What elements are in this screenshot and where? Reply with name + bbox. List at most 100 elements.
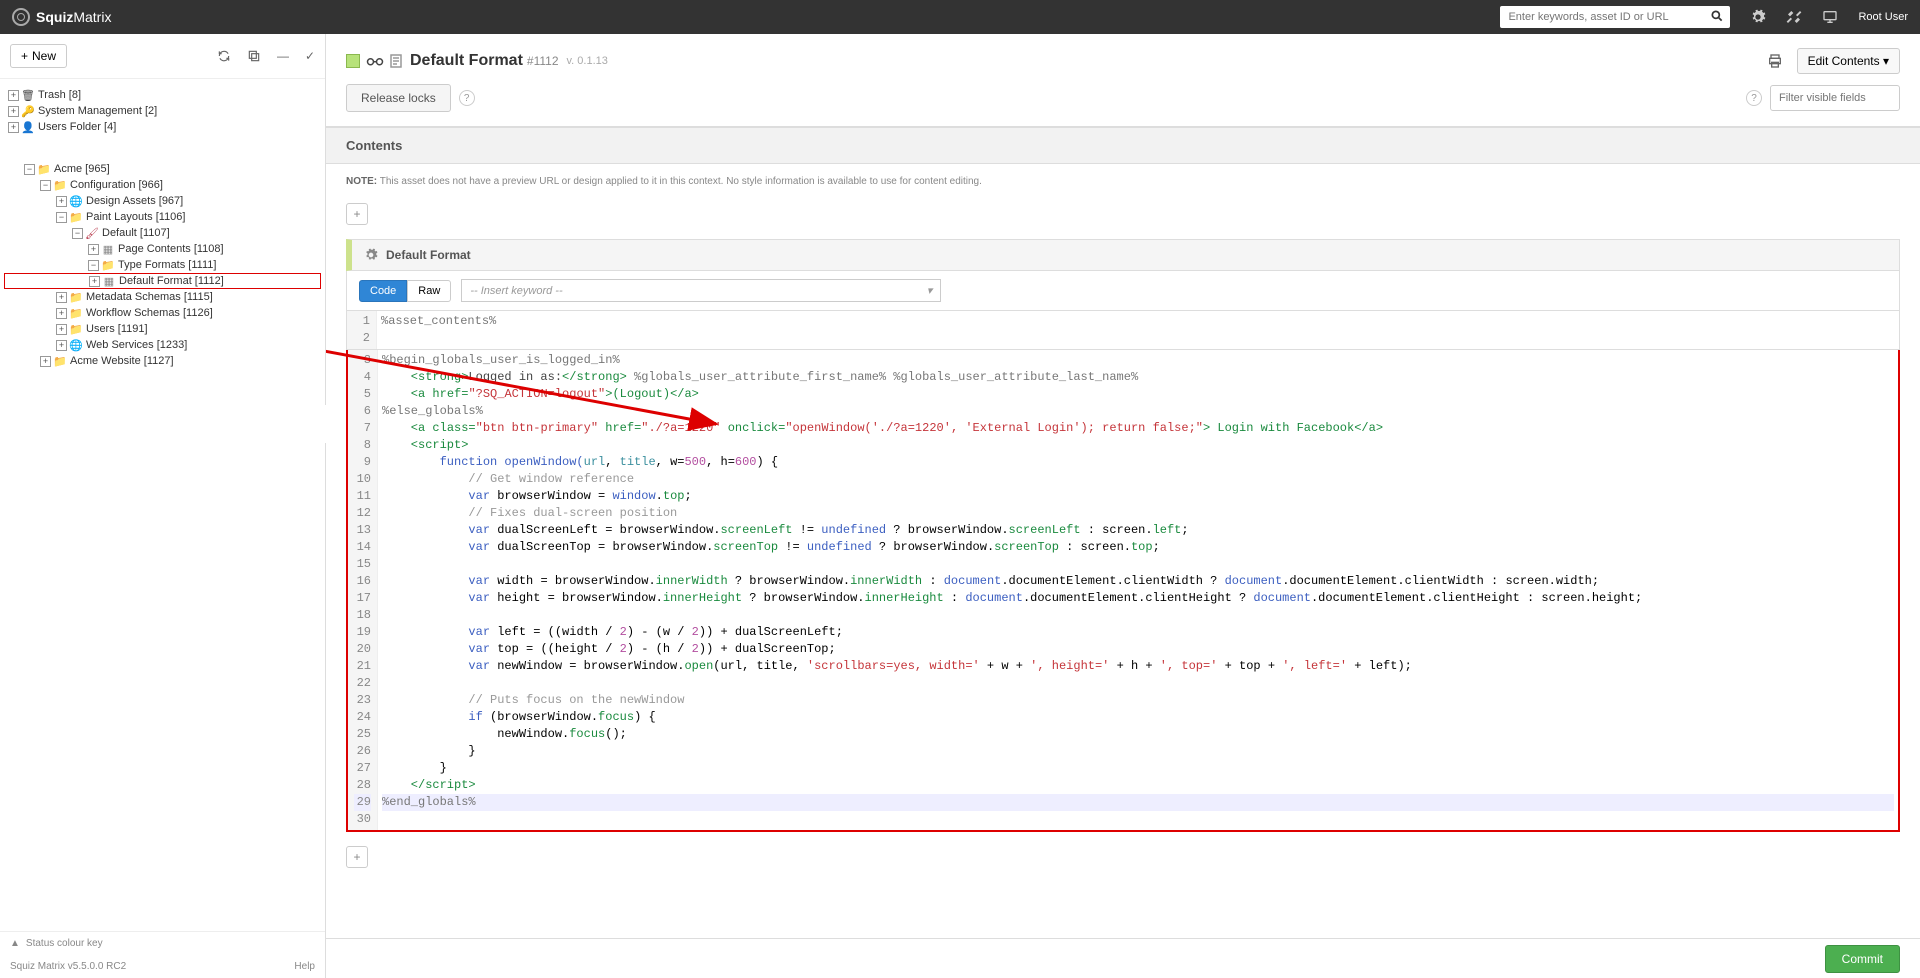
section-contents: Contents [326, 127, 1920, 164]
tree-acme[interactable]: −📁Acme [965] [4, 161, 321, 177]
help-icon[interactable]: ? [1746, 90, 1762, 106]
line-gutter: 12 [347, 311, 377, 349]
expand-icon[interactable]: + [8, 106, 19, 117]
add-block-button[interactable]: + [346, 203, 368, 225]
tree-type-formats[interactable]: −📁Type Formats [1111] [4, 257, 321, 273]
new-button[interactable]: +New [10, 44, 67, 68]
tree-metadata[interactable]: +📁Metadata Schemas [1115] [4, 289, 321, 305]
monitor-icon[interactable] [1822, 9, 1838, 25]
search-wrap [1500, 6, 1730, 28]
tree-config[interactable]: −📁Configuration [966] [4, 177, 321, 193]
asset-id: #1112 [527, 54, 559, 68]
users-icon: 👤 [21, 120, 35, 134]
expand-icon[interactable]: + [56, 324, 67, 335]
commit-button[interactable]: Commit [1825, 945, 1900, 973]
tree-default-layout[interactable]: −🖌Default [1107] [4, 225, 321, 241]
note: NOTE: This asset does not have a preview… [326, 164, 1920, 199]
copy-icon[interactable] [247, 49, 261, 63]
add-block-button[interactable]: + [346, 846, 368, 868]
asset-tree: +🗑Trash [8] +🔑System Management [2] +👤Us… [0, 79, 325, 931]
collapse-icon[interactable]: − [72, 228, 83, 239]
tree-page-contents[interactable]: +▦Page Contents [1108] [4, 241, 321, 257]
collapse-icon[interactable]: − [24, 164, 35, 175]
expand-icon[interactable]: + [56, 196, 67, 207]
expand-icon[interactable]: + [8, 90, 19, 101]
tree-users[interactable]: +📁Users [1191] [4, 321, 321, 337]
tree-design[interactable]: +🌐Design Assets [967] [4, 193, 321, 209]
folder-icon: 📁 [101, 258, 115, 272]
tree-acme-site[interactable]: +📁Acme Website [1127] [4, 353, 321, 369]
tree-users-folder[interactable]: +👤Users Folder [4] [4, 119, 321, 135]
logo-icon [12, 8, 30, 26]
gear-icon [364, 248, 378, 262]
tools-icon[interactable] [1786, 9, 1802, 25]
release-locks-button[interactable]: Release locks [346, 84, 451, 112]
content-panel: Default Format #1112 v. 0.1.13 Edit Cont… [326, 34, 1920, 978]
folder-icon: 📁 [37, 162, 51, 176]
tree-default-format[interactable]: +▦Default Format [1112] [4, 273, 321, 289]
trash-icon: 🗑 [21, 88, 35, 102]
chevron-down-icon: ▾ [927, 284, 933, 297]
expand-icon[interactable]: + [8, 122, 19, 133]
refresh-icon[interactable] [217, 49, 231, 63]
insert-keyword-select[interactable]: -- Insert keyword --▾ [461, 279, 941, 302]
expand-icon[interactable]: + [56, 292, 67, 303]
commit-bar: Commit [326, 938, 1920, 978]
help-link[interactable]: Help [294, 961, 315, 972]
brand-thin: Matrix [73, 9, 111, 25]
search-input[interactable] [1500, 6, 1730, 28]
tree-trash[interactable]: +🗑Trash [8] [4, 87, 321, 103]
preview-icon[interactable] [366, 54, 384, 68]
asset-version: v. 0.1.13 [567, 55, 608, 67]
sidebar: +New — ✓ +🗑Trash [8] +🔑System Management… [0, 34, 326, 978]
asset-title: Default Format [410, 52, 523, 70]
filter-fields-input[interactable] [1770, 85, 1900, 111]
page-icon: ▦ [101, 242, 115, 256]
help-icon[interactable]: ? [459, 90, 475, 106]
collapse-icon[interactable]: − [56, 212, 67, 223]
check-icon[interactable]: ✓ [305, 49, 315, 63]
block-header[interactable]: Default Format [346, 239, 1900, 271]
line-gutter: 3456789101112131415161718192021222324252… [348, 350, 378, 830]
expand-icon[interactable]: + [56, 308, 67, 319]
tree-webservices[interactable]: +🌐Web Services [1233] [4, 337, 321, 353]
status-key-label[interactable]: Status colour key [26, 938, 103, 949]
search-icon[interactable] [1710, 9, 1724, 23]
doc-icon[interactable] [390, 54, 402, 68]
folder-icon: 📁 [69, 290, 83, 304]
expand-icon[interactable]: + [89, 276, 100, 287]
plus-icon: + [21, 49, 28, 63]
expand-icon[interactable]: + [56, 340, 67, 351]
edit-contents-button[interactable]: Edit Contents ▾ [1797, 48, 1900, 74]
folder-icon: 📁 [53, 178, 67, 192]
tree-sysmgmt[interactable]: +🔑System Management [2] [4, 103, 321, 119]
expand-icon[interactable]: + [88, 244, 99, 255]
brand-bold: Squiz [36, 9, 73, 25]
print-icon[interactable] [1767, 53, 1783, 69]
logo[interactable]: SquizMatrix [12, 8, 111, 26]
code-highlight-box: 3456789101112131415161718192021222324252… [346, 350, 1900, 832]
key-icon: 🔑 [21, 104, 35, 118]
chevron-up-icon[interactable]: ▲ [10, 938, 20, 949]
tree-workflow[interactable]: +📁Workflow Schemas [1126] [4, 305, 321, 321]
globe-icon: 🌐 [69, 194, 83, 208]
tree-paint[interactable]: −📁Paint Layouts [1106] [4, 209, 321, 225]
globe-icon: 🌐 [69, 338, 83, 352]
collapse-icon[interactable]: − [88, 260, 99, 271]
tab-code[interactable]: Code [359, 280, 407, 302]
folder-icon: 📁 [69, 322, 83, 336]
expand-icon[interactable]: + [40, 356, 51, 367]
brush-icon: 🖌 [85, 226, 99, 240]
minus-icon[interactable]: — [277, 49, 289, 63]
top-bar: SquizMatrix Root User [0, 0, 1920, 34]
gear-icon[interactable] [1750, 9, 1766, 25]
folder-icon: 📁 [69, 210, 83, 224]
page-icon: ▦ [102, 274, 116, 288]
user-menu[interactable]: Root User [1858, 11, 1908, 23]
code-editor[interactable]: %asset_contents% [377, 311, 1899, 349]
collapse-icon[interactable]: − [40, 180, 51, 191]
tab-raw[interactable]: Raw [407, 280, 451, 302]
code-editor[interactable]: %begin_globals_user_is_logged_in% <stron… [378, 350, 1898, 830]
folder-icon: 📁 [53, 354, 67, 368]
status-box [346, 54, 360, 68]
